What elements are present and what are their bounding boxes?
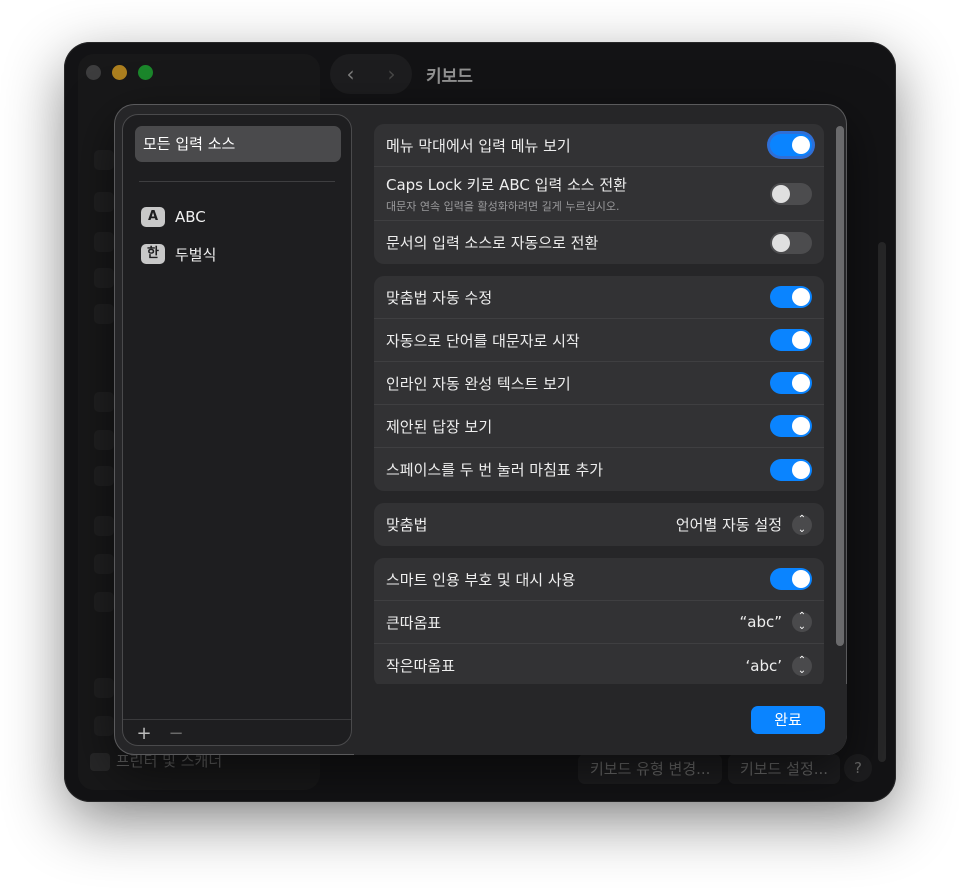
chevron-up-down-icon: ⌃ ⌄ [792,612,812,632]
text-correction-group: 맞춤법 자동 수정 자동으로 단어를 대문자로 시작 인라인 자동 완성 텍스트… [374,276,824,491]
suggested-replies-row: 제안된 답장 보기 [374,405,824,448]
settings-content: 메뉴 막대에서 입력 메뉴 보기 Caps Lock 키로 ABC 입력 소스 … [374,124,824,684]
autocorrect-row: 맞춤법 자동 수정 [374,276,824,319]
inline-predictive-row: 인라인 자동 완성 텍스트 보기 [374,362,824,405]
divider [123,719,351,720]
inline-predictive-toggle[interactable] [770,372,812,394]
double-quotes-popup[interactable]: “abc” ⌃ ⌄ [739,612,812,632]
caps-lock-switch-row: Caps Lock 키로 ABC 입력 소스 전환 대문자 연속 입력을 활성화… [374,167,824,221]
spelling-popup[interactable]: 언어별 자동 설정 ⌃ ⌄ [676,514,812,535]
source-label: ABC [175,208,206,226]
source-label: 두벌식 [175,245,217,264]
row-label: 스마트 인용 부호 및 대시 사용 [386,570,576,589]
auto-capitalize-row: 자동으로 단어를 대문자로 시작 [374,319,824,362]
caps-lock-switch-toggle[interactable] [770,182,812,205]
single-quotes-row: 작은따옴표 ‘abc’ ⌃ ⌄ [374,644,824,684]
hangul-badge-icon: 한 [141,244,165,264]
abc-badge-icon: A [141,207,165,227]
divider [139,181,335,182]
smart-quotes-row: 스마트 인용 부호 및 대시 사용 [374,558,824,601]
source-item-abc[interactable]: A ABC [141,204,206,230]
autocorrect-toggle[interactable] [770,286,812,308]
double-space-period-row: 스페이스를 두 번 눌러 마침표 추가 [374,448,824,491]
done-button[interactable]: 완료 [751,706,825,734]
show-input-menu-toggle[interactable] [770,134,812,156]
add-source-button[interactable]: + [133,723,155,745]
row-label: Caps Lock 키로 ABC 입력 소스 전환 [386,175,627,194]
popup-value: 언어별 자동 설정 [675,516,782,534]
chevron-up-down-icon: ⌃ ⌄ [792,514,812,535]
show-input-menu-row: 메뉴 막대에서 입력 메뉴 보기 [374,124,824,167]
row-label: 메뉴 막대에서 입력 메뉴 보기 [386,136,571,155]
smart-quotes-toggle[interactable] [770,568,812,590]
row-description: 대문자 연속 입력을 활성화하려면 길게 누르십시오. [386,199,620,213]
row-label: 스페이스를 두 번 눌러 마침표 추가 [386,461,604,479]
auto-switch-document-row: 문서의 입력 소스로 자동으로 전환 [374,221,824,264]
row-label: 인라인 자동 완성 텍스트 보기 [386,374,571,393]
input-source-list: 모든 입력 소스 A ABC 한 두벌식 + − [122,114,352,746]
suggested-replies-toggle[interactable] [770,415,812,437]
row-label: 작은따옴표 [386,657,456,675]
row-label: 자동으로 단어를 대문자로 시작 [386,331,580,350]
row-label: 맞춤법 [386,516,428,534]
source-item-2set-korean[interactable]: 한 두벌식 [141,241,216,267]
input-sources-sheet: 모든 입력 소스 A ABC 한 두벌식 + − 메뉴 막대에서 입력 메뉴 보… [114,104,847,755]
remove-source-button[interactable]: − [165,723,187,745]
row-label: 제안된 답장 보기 [386,417,493,436]
spelling-row: 맞춤법 언어별 자동 설정 ⌃ ⌄ [374,503,824,546]
sheet-scrollbar[interactable] [836,126,844,646]
smart-quotes-group: 스마트 인용 부호 및 대시 사용 큰따옴표 “abc” ⌃ ⌄ 작은따옴표 ‘a… [374,558,824,684]
source-all-input-sources[interactable]: 모든 입력 소스 [135,126,341,162]
popup-value: ‘abc’ [745,656,783,675]
chevron-up-down-icon: ⌃ ⌄ [792,655,812,676]
popup-value: “abc” [739,613,782,631]
auto-capitalize-toggle[interactable] [770,329,812,351]
single-quotes-popup[interactable]: ‘abc’ ⌃ ⌄ [745,655,812,676]
spelling-group: 맞춤법 언어별 자동 설정 ⌃ ⌄ [374,503,824,546]
row-label: 맞춤법 자동 수정 [386,288,493,307]
row-label: 문서의 입력 소스로 자동으로 전환 [386,234,599,252]
input-menu-group: 메뉴 막대에서 입력 메뉴 보기 Caps Lock 키로 ABC 입력 소스 … [374,124,824,264]
auto-switch-document-toggle[interactable] [770,231,812,254]
double-quotes-row: 큰따옴표 “abc” ⌃ ⌄ [374,601,824,644]
row-label: 큰따옴표 [386,613,442,632]
double-space-period-toggle[interactable] [770,458,812,481]
